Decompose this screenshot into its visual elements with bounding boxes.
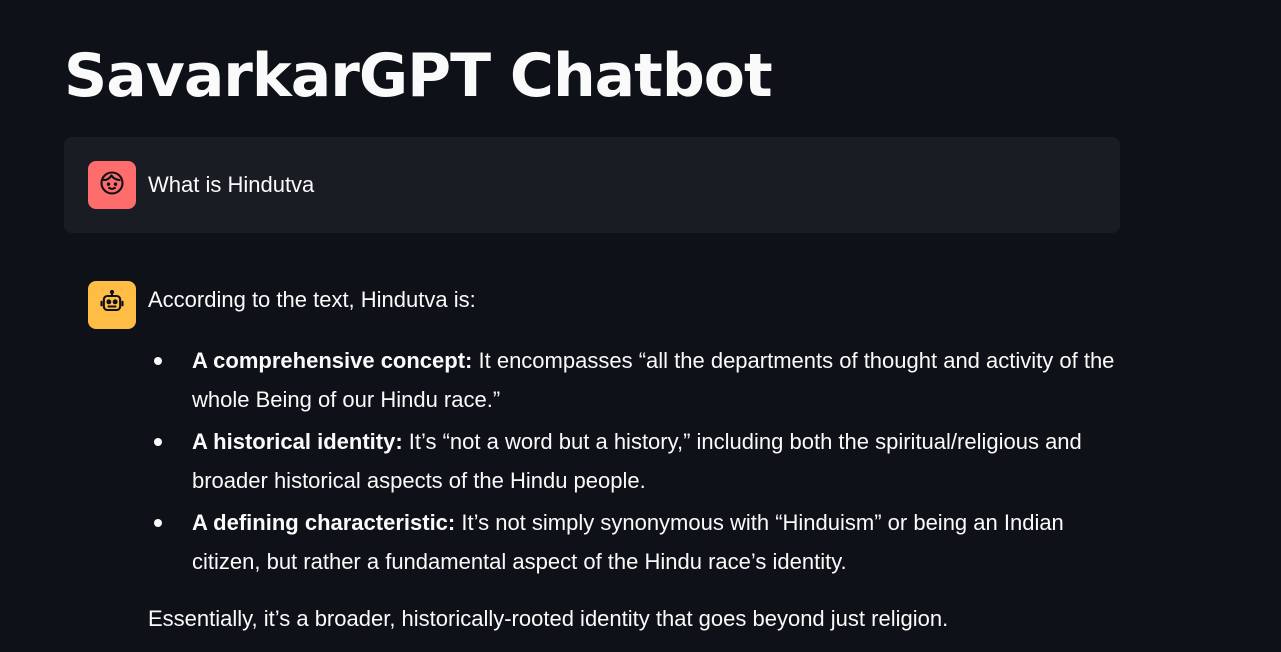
list-item: A comprehensive concept: It encompasses …	[148, 342, 1128, 419]
page-title: SavarkarGPT Chatbot	[64, 41, 773, 111]
bullet-icon	[154, 438, 162, 446]
assistant-message: According to the text, Hindutva is: A co…	[148, 284, 1128, 639]
bullet-label: A historical identity:	[192, 429, 403, 454]
bullet-icon	[154, 357, 162, 365]
list-item: A defining characteristic: It’s not simp…	[148, 504, 1128, 581]
robot-icon	[98, 289, 126, 322]
assistant-avatar	[88, 281, 136, 329]
bullet-label: A comprehensive concept:	[192, 348, 473, 373]
assistant-intro: According to the text, Hindutva is:	[148, 287, 476, 312]
user-message-text: What is Hindutva	[148, 172, 315, 197]
face-icon	[98, 169, 126, 202]
user-avatar	[88, 161, 136, 209]
assistant-closing: Essentially, it’s a broader, historicall…	[148, 606, 949, 631]
bullet-icon	[154, 519, 162, 527]
bullet-label: A defining characteristic:	[192, 510, 456, 535]
assistant-bullet-list: A comprehensive concept: It encompasses …	[148, 342, 1128, 581]
list-item: A historical identity: It’s “not a word …	[148, 423, 1128, 500]
user-message: What is Hindutva	[64, 137, 1120, 233]
